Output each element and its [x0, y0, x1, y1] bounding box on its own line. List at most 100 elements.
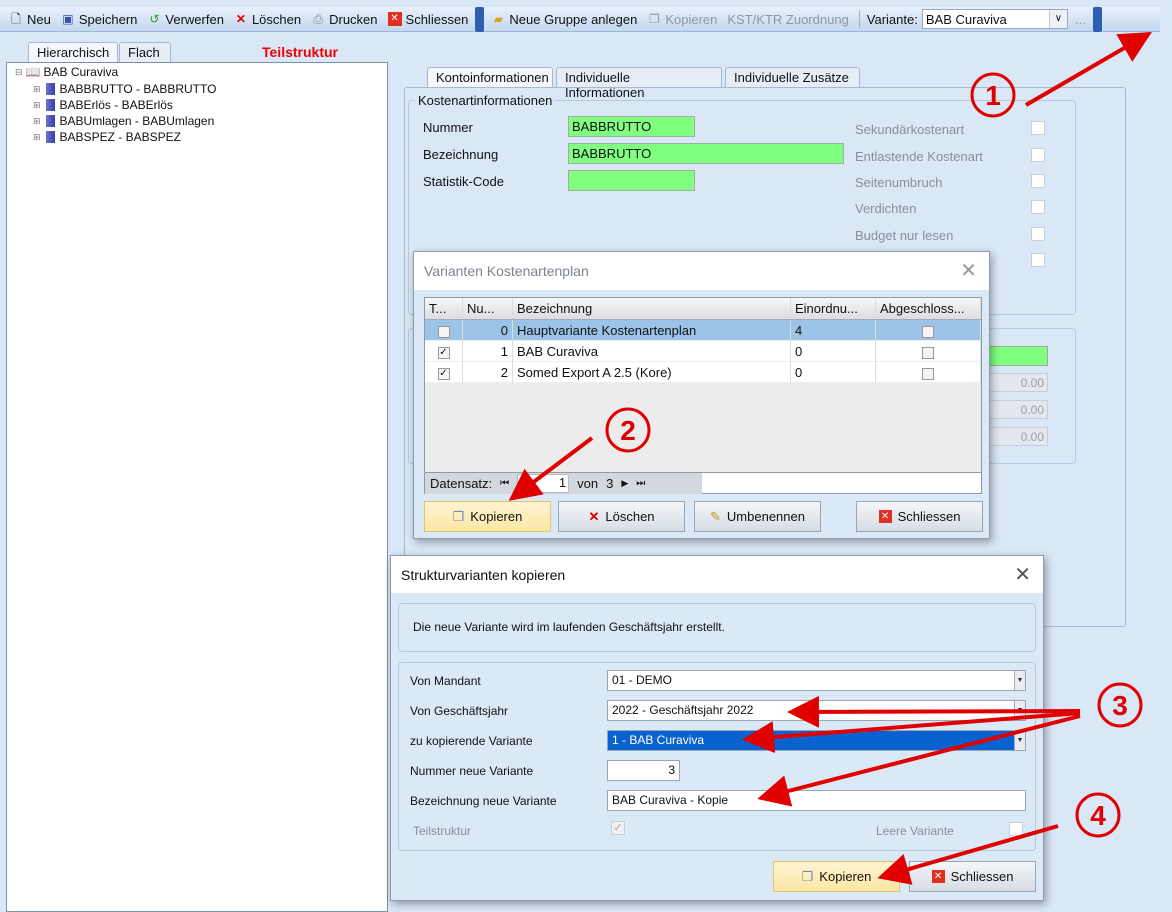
- step-3-marker: [1097, 682, 1143, 728]
- more-button[interactable]: ...: [1072, 12, 1089, 27]
- table-row[interactable]: ✓ 1 BAB Curaviva 0: [425, 341, 981, 362]
- condense-checkbox[interactable]: [1031, 200, 1045, 214]
- amount-field[interactable]: 0.00: [985, 427, 1048, 446]
- copy-variant-button[interactable]: ❐ Kopieren: [424, 501, 551, 532]
- designation-label: Bezeichnung: [423, 147, 499, 162]
- extra-checkbox[interactable]: [1031, 253, 1045, 267]
- close-button[interactable]: ✕ Schliessen: [385, 12, 472, 27]
- column-header[interactable]: Einordnu...: [791, 298, 876, 319]
- variant-select[interactable]: BAB Curaviva ∨: [921, 9, 1068, 29]
- source-variant-select[interactable]: 1 - BAB Curaviva ▼: [607, 730, 1026, 751]
- folder-icon: [45, 115, 55, 127]
- discard-button[interactable]: ↺ Verwerfen: [144, 12, 227, 27]
- statistic-code-label: Statistik-Code: [423, 174, 504, 189]
- close-icon: ✕: [878, 510, 892, 523]
- close-icon: ✕: [931, 870, 945, 883]
- toolbar-grip-end[interactable]: [1092, 6, 1102, 32]
- expand-icon[interactable]: ⊞: [33, 113, 41, 129]
- tab-flach[interactable]: Flach: [119, 42, 171, 62]
- budget-readonly-checkbox[interactable]: [1031, 227, 1045, 241]
- dropdown-arrow-icon: ▼: [1014, 701, 1025, 720]
- amount-field[interactable]: 0.00: [985, 373, 1048, 392]
- discard-icon: ↺: [149, 12, 160, 26]
- green-input[interactable]: [985, 346, 1048, 366]
- expand-icon[interactable]: ⊞: [33, 129, 41, 145]
- relieving-cost-label: Entlastende Kostenart: [855, 149, 983, 164]
- separator: [858, 10, 860, 28]
- type-checkbox[interactable]: ✓: [437, 367, 450, 380]
- copy-confirm-button[interactable]: ❐ Kopieren: [773, 861, 900, 892]
- new-variant-number-input[interactable]: 3: [607, 760, 680, 781]
- dialog-title: Varianten Kostenartenplan: [424, 263, 589, 279]
- column-header[interactable]: Abgeschloss...: [876, 298, 981, 319]
- new-group-button[interactable]: ▰ Neue Gruppe anlegen: [488, 12, 640, 27]
- step-4-label: 4: [1090, 800, 1106, 831]
- page-break-checkbox[interactable]: [1031, 174, 1045, 188]
- copy-button[interactable]: ❐ Kopieren: [644, 12, 720, 27]
- copy-icon: ❐: [648, 12, 660, 26]
- toolbar-grip[interactable]: [475, 6, 485, 32]
- tree-item[interactable]: ⊞ BABUmlagen - BABUmlagen: [33, 113, 216, 129]
- condense-label: Verdichten: [855, 201, 917, 216]
- step-3-label: 3: [1112, 690, 1128, 721]
- column-header[interactable]: Nu...: [463, 298, 513, 319]
- mandant-select[interactable]: 01 - DEMO ▼: [607, 670, 1026, 691]
- kst-ktr-button[interactable]: KST/KTR Zuordnung: [724, 12, 851, 27]
- statistic-code-input[interactable]: [568, 170, 695, 191]
- dialog-titlebar: Strukturvarianten kopieren ✕: [391, 556, 1043, 593]
- rename-variant-button[interactable]: ✎ Umbenennen: [694, 501, 821, 532]
- tree-item[interactable]: ⊞ BABBRUTTO - BABBRUTTO: [33, 81, 216, 97]
- chevron-down-icon: ∨: [1048, 10, 1067, 28]
- expand-icon[interactable]: ⊞: [33, 81, 41, 97]
- tree-item[interactable]: ⊞ BABErlös - BABErlös: [33, 97, 216, 113]
- type-checkbox[interactable]: ✓: [437, 346, 450, 359]
- column-header[interactable]: Bezeichnung: [513, 298, 791, 319]
- page-break-label: Seitenumbruch: [855, 175, 943, 190]
- empty-variant-checkbox[interactable]: [1009, 822, 1023, 836]
- close-dialog-button[interactable]: ✕ Schliessen: [856, 501, 983, 532]
- number-input[interactable]: BABBRUTTO: [568, 116, 695, 137]
- designation-input[interactable]: BABBRUTTO: [568, 143, 844, 164]
- table-row[interactable]: 0 Hauptvariante Kostenartenplan 4: [425, 320, 981, 341]
- dropdown-arrow-icon: ▼: [1014, 731, 1025, 750]
- fiscal-year-select[interactable]: 2022 - Geschäftsjahr 2022 ▼: [607, 700, 1026, 721]
- amount-field[interactable]: 0.00: [985, 400, 1048, 419]
- close-icon: ✕: [387, 12, 402, 26]
- variant-label: Variante:: [866, 11, 918, 27]
- close-icon[interactable]: ✕: [960, 258, 977, 283]
- type-checkbox[interactable]: [437, 325, 450, 338]
- closed-checkbox[interactable]: [922, 325, 934, 338]
- secondary-cost-label: Sekundärkostenart: [855, 122, 965, 137]
- last-record-icon[interactable]: ⏭: [636, 478, 645, 489]
- close-dialog-button[interactable]: ✕ Schliessen: [909, 861, 1036, 892]
- new-variant-name-input[interactable]: BAB Curaviva - Kopie: [607, 790, 1026, 811]
- relieving-cost-checkbox[interactable]: [1031, 148, 1045, 162]
- table-row[interactable]: ✓ 2 Somed Export A 2.5 (Kore) 0: [425, 362, 981, 383]
- folder-icon: [45, 99, 55, 111]
- column-header[interactable]: T...: [425, 298, 463, 319]
- folder-icon: ▰: [493, 12, 504, 26]
- closed-checkbox[interactable]: [922, 367, 934, 380]
- collapse-icon[interactable]: ⊟: [15, 67, 23, 78]
- delete-variant-button[interactable]: ✕ Löschen: [558, 501, 685, 532]
- closed-checkbox[interactable]: [922, 346, 934, 359]
- tree-children: ⊞ BABBRUTTO - BABBRUTTO ⊞ BABErlös - BABEr…: [33, 81, 216, 145]
- delete-button[interactable]: ✕ Löschen: [231, 12, 304, 27]
- tree-item[interactable]: ⊞ BABSPEZ - BABSPEZ: [33, 129, 216, 145]
- first-record-icon[interactable]: ⏮: [500, 478, 509, 489]
- close-icon[interactable]: ✕: [1014, 562, 1031, 587]
- copy-icon: ❐: [452, 508, 465, 524]
- partial-structure-checkbox[interactable]: ✓: [611, 821, 625, 835]
- tab-kontoinformationen[interactable]: Kontoinformationen: [427, 67, 553, 88]
- secondary-cost-checkbox[interactable]: [1031, 121, 1045, 135]
- print-button[interactable]: ⎙ Drucken: [308, 12, 380, 27]
- save-button[interactable]: ▣ Speichern: [58, 12, 141, 27]
- tree-root[interactable]: ⊟ 📖 BAB Curaviva: [15, 65, 118, 79]
- tab-individuelle-zusaetze[interactable]: Individuelle Zusätze: [725, 67, 860, 87]
- new-button[interactable]: 🗋 Neu: [6, 12, 54, 27]
- next-record-icon[interactable]: ▶: [621, 478, 628, 489]
- tab-individuelle-informationen[interactable]: Individuelle Informationen: [556, 67, 722, 100]
- tab-hierarchisch[interactable]: Hierarchisch: [28, 42, 118, 63]
- record-input[interactable]: 1: [517, 473, 570, 493]
- expand-icon[interactable]: ⊞: [33, 97, 41, 113]
